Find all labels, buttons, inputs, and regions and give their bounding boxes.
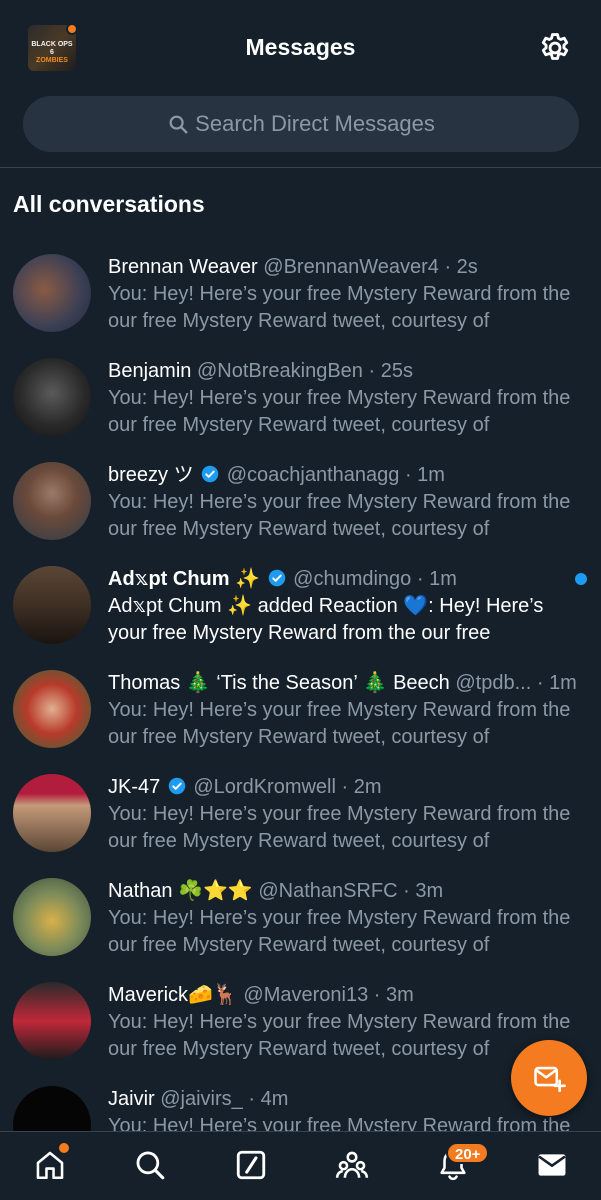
message-preview: You: Hey! Here’s your free Mystery Rewar…	[108, 491, 571, 540]
conversation-handle: @chumdingo	[293, 568, 412, 590]
conversation-row[interactable]: Nathan ☘️⭐⭐ @NathanSRFC · 3m You: Hey! H…	[0, 878, 601, 982]
conversation-time: 1m	[429, 568, 457, 590]
conversation-name: Thomas 🎄 ‘Tis the Season’ 🎄 Beech	[108, 672, 450, 694]
conversation-header: Maverick🧀🦌 @Maveroni13 · 3m	[108, 984, 414, 1006]
conversation-header: JK-47 @LordKromwell · 2m	[108, 776, 382, 798]
conversation-handle: @LordKromwell	[193, 776, 336, 798]
avatar	[13, 878, 91, 956]
conversation-time: 25s	[380, 360, 413, 382]
conversation-header: Ad𝕩pt Chum ✨ @chumdingo · 1m	[108, 568, 457, 590]
message-preview: Ad𝕩pt Chum ✨ added Reaction 💙: Hey! Here…	[108, 595, 544, 644]
communities-icon[interactable]	[335, 1148, 369, 1182]
messages-screen: BLACK OPS 6 ZOMBIES Messages Search Dire…	[0, 0, 601, 1200]
page-title: Messages	[245, 34, 356, 60]
verified-badge-icon	[201, 465, 219, 483]
conversation-row[interactable]: Thomas 🎄 ‘Tis the Season’ 🎄 Beech @tpdb.…	[0, 670, 601, 774]
envelope-icon[interactable]	[535, 1148, 569, 1182]
conversation-name: Jaivir	[108, 1088, 155, 1110]
conversation-row[interactable]: JK-47 @LordKromwell · 2m You: Hey! Here’…	[0, 774, 601, 878]
verified-badge-icon	[268, 569, 285, 587]
notifications-badge: 20+	[446, 1142, 490, 1164]
grok-icon[interactable]	[234, 1148, 268, 1182]
search-input[interactable]: Search Direct Messages	[23, 96, 579, 152]
conversation-time: 3m	[386, 984, 414, 1006]
conversation-row-unread[interactable]: Ad𝕩pt Chum ✨ @chumdingo · 1m Ad𝕩pt Chum …	[0, 566, 601, 670]
conversation-name: Brennan Weaver	[108, 256, 258, 278]
new-message-button[interactable]	[511, 1040, 587, 1116]
conversation-time: 2s	[456, 256, 478, 278]
conversation-handle: @tpdb...	[455, 672, 532, 694]
conversation-time: 4m	[260, 1088, 289, 1110]
search-placeholder: Search Direct Messages	[195, 111, 435, 136]
conversation-row[interactable]: Benjamin @NotBreakingBen · 25s You: Hey!…	[0, 358, 601, 462]
bottom-nav: 20+	[0, 1131, 601, 1200]
header-divider	[0, 167, 601, 168]
conversation-row[interactable]: Brennan Weaver @BrennanWeaver4 · 2s You:…	[0, 254, 601, 358]
search-icon	[169, 115, 188, 134]
conversation-name: Maverick🧀🦌	[108, 984, 238, 1006]
new-message-icon	[534, 1066, 566, 1093]
avatar	[13, 358, 91, 436]
conversation-name: Nathan ☘️⭐⭐	[108, 880, 253, 902]
conversation-handle: @NotBreakingBen	[196, 360, 363, 382]
avatar	[13, 254, 91, 332]
conversation-handle: @NathanSRFC	[258, 880, 398, 902]
message-preview: You: Hey! Here’s your free Mystery Rewar…	[108, 803, 571, 852]
avatar	[13, 670, 91, 748]
avatar	[13, 462, 91, 540]
conversation-time: 1m	[417, 464, 445, 486]
conversation-handle: @jaivirs_	[160, 1088, 243, 1110]
search-icon[interactable]	[133, 1148, 167, 1182]
home-notification-dot	[59, 1143, 69, 1153]
conversation-handle: @coachjanthanagg	[226, 464, 400, 486]
unread-indicator	[575, 573, 587, 585]
avatar	[13, 774, 91, 852]
conversation-name: JK-47	[108, 776, 161, 798]
message-preview: You: Hey! Here’s your free Mystery Rewar…	[108, 699, 571, 748]
conversation-header: Thomas 🎄 ‘Tis the Season’ 🎄 Beech @tpdb.…	[108, 672, 577, 694]
conversation-handle: @Maveroni13	[243, 984, 369, 1006]
conversation-time: 3m	[415, 880, 444, 902]
message-preview: You: Hey! Here’s your free Mystery Rewar…	[108, 907, 571, 956]
conversation-name: Ad𝕩pt Chum ✨	[108, 568, 261, 590]
conversation-time: 2m	[353, 776, 382, 798]
home-icon[interactable]	[33, 1148, 67, 1182]
message-preview: You: Hey! Here’s your free Mystery Rewar…	[108, 387, 571, 436]
message-preview: You: Hey! Here’s your free Mystery Rewar…	[108, 283, 571, 332]
top-bar: BLACK OPS 6 ZOMBIES Messages	[0, 0, 601, 90]
conversation-name: Benjamin	[108, 360, 192, 382]
conversation-header: Benjamin @NotBreakingBen · 25s	[108, 360, 413, 382]
conversation-handle: @BrennanWeaver4	[263, 256, 439, 278]
verified-badge-icon	[168, 777, 186, 795]
conversation-time: 1m	[549, 672, 577, 694]
conversation-name: breezy ツ	[108, 464, 194, 486]
conversation-header: breezy ツ @coachjanthanagg · 1m	[108, 464, 445, 486]
conversation-row[interactable]: breezy ツ @coachjanthanagg · 1m You: Hey!…	[0, 462, 601, 566]
section-title: All conversations	[13, 191, 205, 217]
conversation-header: Brennan Weaver @BrennanWeaver4 · 2s	[108, 256, 478, 278]
avatar	[13, 566, 91, 644]
gear-icon[interactable]	[538, 31, 572, 65]
avatar	[13, 982, 91, 1060]
conversation-header: Nathan ☘️⭐⭐ @NathanSRFC · 3m	[108, 880, 444, 902]
